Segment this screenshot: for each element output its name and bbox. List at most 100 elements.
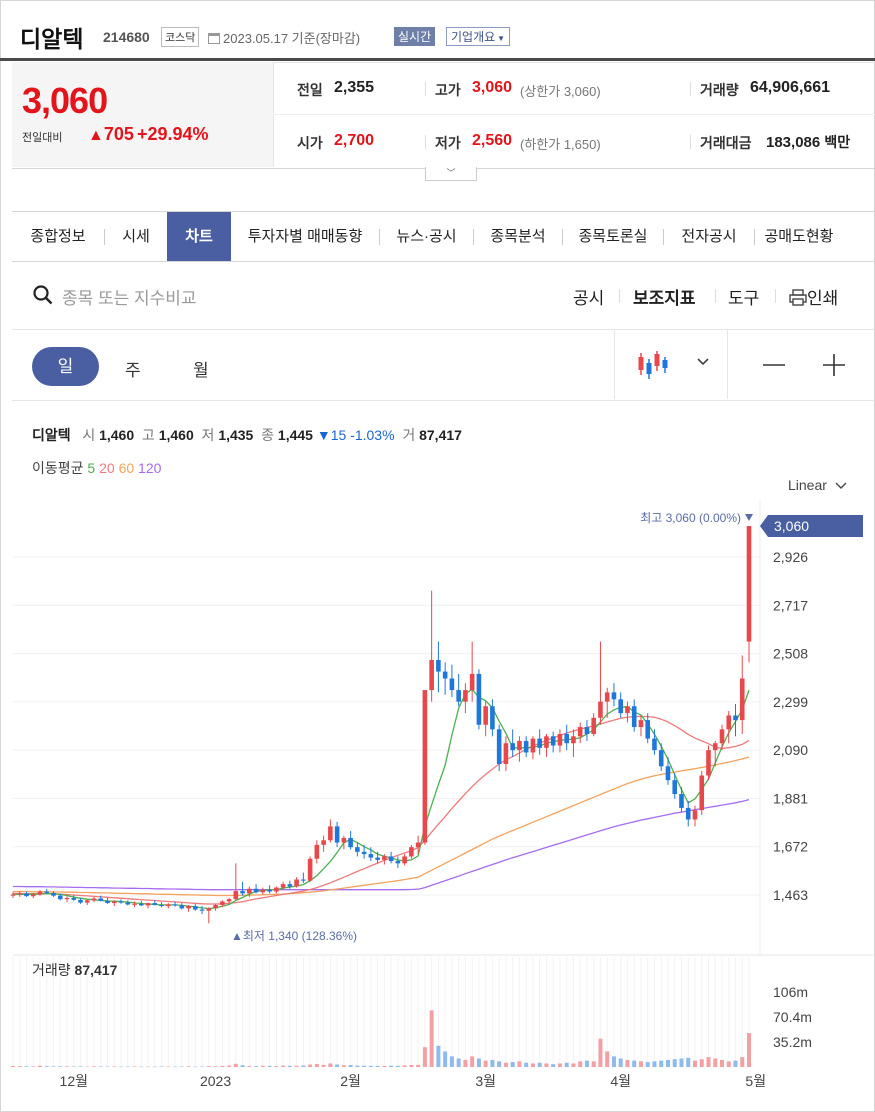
candle-body[interactable] bbox=[132, 903, 137, 905]
candle-body[interactable] bbox=[57, 895, 63, 900]
candle-body[interactable] bbox=[240, 891, 245, 894]
candle-body[interactable] bbox=[274, 887, 279, 892]
candle-body[interactable] bbox=[111, 901, 117, 904]
tab-news[interactable]: 뉴스·공시 bbox=[380, 212, 473, 261]
candle-body[interactable] bbox=[368, 854, 374, 858]
candle-body[interactable] bbox=[409, 847, 414, 857]
candle-body[interactable] bbox=[388, 856, 394, 862]
candle-body[interactable] bbox=[692, 810, 698, 820]
candle-body[interactable] bbox=[341, 837, 347, 843]
candle-body[interactable] bbox=[618, 699, 624, 714]
indicators-button[interactable]: 보조지표 bbox=[633, 284, 696, 309]
candle-body[interactable] bbox=[652, 738, 657, 751]
zoom-in-icon[interactable] bbox=[822, 353, 846, 377]
candle-body[interactable] bbox=[631, 706, 637, 728]
candle-body[interactable] bbox=[98, 898, 104, 901]
zoom-out-icon[interactable] bbox=[762, 353, 786, 377]
candle-body[interactable] bbox=[145, 903, 151, 906]
price-chart[interactable]: 1,463 1,672 1,881 2,090 2,299 2,508 2,717 2,926… bbox=[0, 500, 875, 1110]
candle-body[interactable] bbox=[402, 856, 407, 864]
candle-body[interactable] bbox=[591, 717, 596, 734]
candle-body[interactable] bbox=[206, 908, 212, 911]
candle-body[interactable] bbox=[476, 673, 482, 725]
candle-body[interactable] bbox=[530, 738, 536, 753]
candle-body[interactable] bbox=[321, 840, 326, 845]
chevron-down-icon[interactable] bbox=[696, 357, 710, 367]
tab-overview[interactable]: 종합정보 bbox=[12, 212, 104, 261]
candle-body[interactable] bbox=[253, 888, 259, 893]
candle-body[interactable] bbox=[719, 729, 725, 744]
candle-body[interactable] bbox=[557, 733, 563, 746]
candle-body[interactable] bbox=[490, 706, 495, 730]
candle-body[interactable] bbox=[550, 736, 556, 746]
candle-body[interactable] bbox=[415, 842, 421, 848]
candle-body[interactable] bbox=[37, 891, 43, 895]
candle-body[interactable] bbox=[382, 856, 387, 860]
period-month-button[interactable]: 월 bbox=[193, 356, 209, 381]
candle-body[interactable] bbox=[577, 727, 583, 737]
candle-body[interactable] bbox=[638, 720, 644, 728]
candle-body[interactable] bbox=[712, 743, 718, 751]
candle-body[interactable] bbox=[172, 904, 178, 906]
candle-body[interactable] bbox=[247, 888, 252, 894]
candle-body[interactable] bbox=[537, 738, 542, 748]
candle-body[interactable] bbox=[220, 901, 225, 905]
candle-body[interactable] bbox=[159, 904, 164, 907]
candle-body[interactable] bbox=[334, 826, 340, 843]
candle-body[interactable] bbox=[571, 736, 576, 744]
candle-body[interactable] bbox=[105, 900, 110, 904]
candle-body[interactable] bbox=[733, 715, 738, 721]
candle-body[interactable] bbox=[665, 766, 671, 781]
candle-body[interactable] bbox=[449, 678, 455, 691]
candle-body[interactable] bbox=[294, 879, 299, 887]
candle-body[interactable] bbox=[118, 901, 124, 903]
candle-body[interactable] bbox=[44, 891, 50, 893]
candle-body[interactable] bbox=[260, 889, 266, 893]
candle-body[interactable] bbox=[10, 894, 16, 896]
disclosure-button[interactable]: 공시 bbox=[573, 284, 604, 309]
candle-body[interactable] bbox=[598, 701, 603, 718]
candle-body[interactable] bbox=[510, 743, 515, 751]
candle-body[interactable] bbox=[186, 906, 191, 909]
candle-body[interactable] bbox=[51, 892, 56, 896]
candle-body[interactable] bbox=[496, 729, 502, 765]
candle-body[interactable] bbox=[138, 903, 144, 906]
search-input[interactable]: 종목 또는 지수비교 bbox=[62, 284, 197, 309]
candle-body[interactable] bbox=[226, 899, 232, 902]
realtime-badge[interactable]: 실시간 bbox=[394, 27, 436, 46]
candle-body[interactable] bbox=[469, 673, 475, 691]
candle-body[interactable] bbox=[328, 826, 333, 841]
candle-body[interactable] bbox=[91, 898, 97, 901]
candle-body[interactable] bbox=[348, 837, 353, 848]
candle-body[interactable] bbox=[625, 706, 630, 714]
candle-body[interactable] bbox=[84, 900, 90, 903]
candle-body[interactable] bbox=[645, 720, 651, 739]
candle-body[interactable] bbox=[685, 807, 691, 820]
candle-body[interactable] bbox=[564, 733, 569, 744]
candle-body[interactable] bbox=[355, 847, 360, 852]
candle-body[interactable] bbox=[314, 844, 320, 859]
candle-body[interactable] bbox=[544, 736, 549, 748]
tab-price[interactable]: 시세 bbox=[105, 212, 167, 261]
candle-body[interactable] bbox=[456, 690, 461, 702]
period-week-button[interactable]: 주 bbox=[125, 356, 141, 381]
period-day-button[interactable]: 일 bbox=[32, 347, 99, 386]
tab-disclosure[interactable]: 전자공시 bbox=[664, 212, 754, 261]
scale-select[interactable]: Linear bbox=[788, 477, 847, 493]
candle-body[interactable] bbox=[436, 660, 441, 672]
candle-body[interactable] bbox=[442, 671, 448, 679]
candle-body[interactable] bbox=[152, 903, 158, 905]
candle-body[interactable] bbox=[71, 898, 77, 900]
candle-body[interactable] bbox=[422, 690, 428, 843]
candle-body[interactable] bbox=[604, 692, 610, 702]
print-button[interactable]: 인쇄 bbox=[789, 284, 838, 309]
candle-body[interactable] bbox=[679, 794, 684, 808]
candle-body[interactable] bbox=[78, 899, 83, 903]
tab-discussion[interactable]: 종목토론실 bbox=[563, 212, 663, 261]
candle-body[interactable] bbox=[395, 861, 401, 864]
candlestick-type-icon[interactable] bbox=[637, 349, 669, 379]
candle-body[interactable] bbox=[672, 780, 678, 795]
candle-body[interactable] bbox=[739, 678, 745, 721]
candle-body[interactable] bbox=[584, 727, 590, 734]
candle-body[interactable] bbox=[267, 889, 272, 892]
